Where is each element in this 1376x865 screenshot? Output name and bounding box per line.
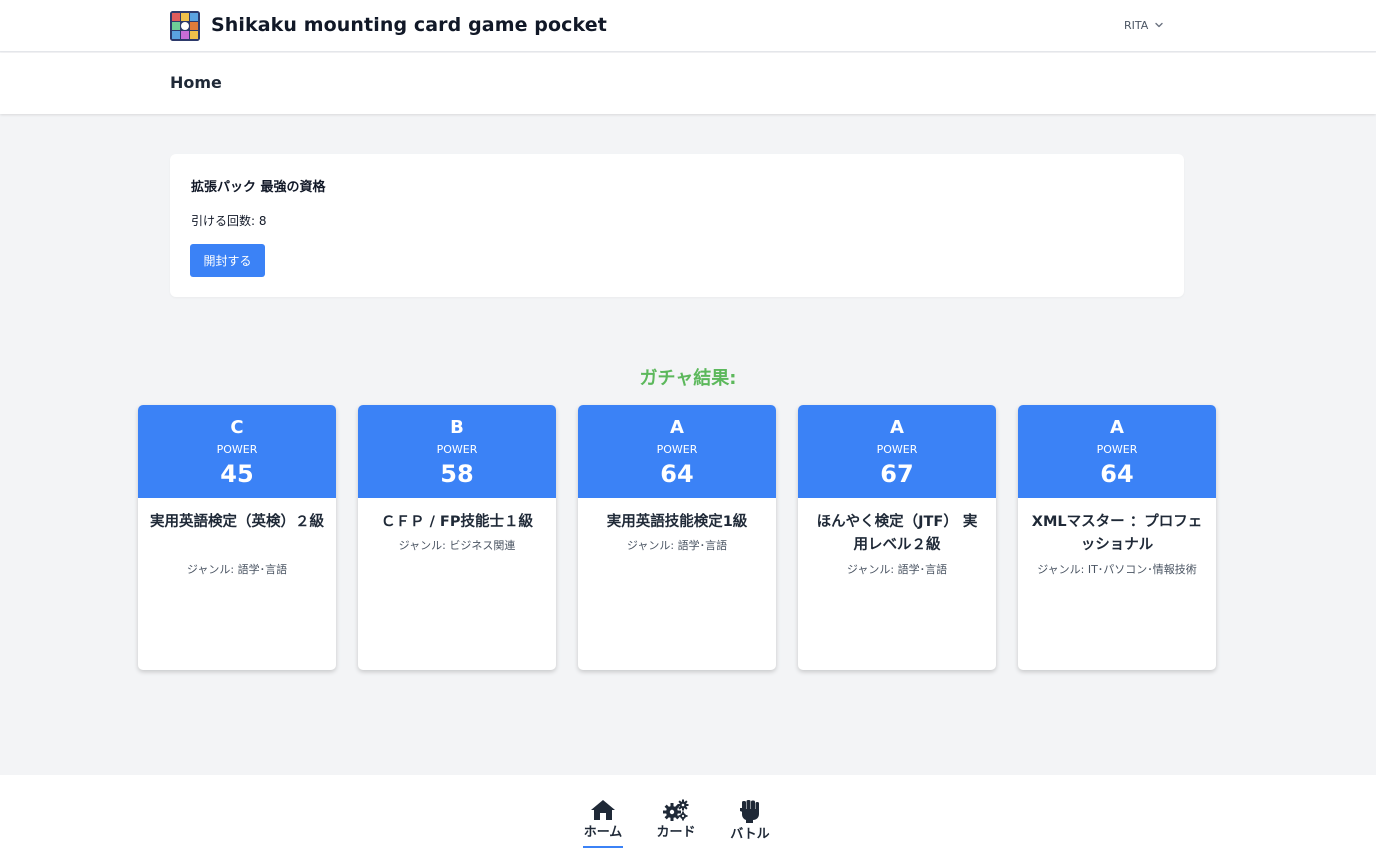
- card-genre: ジャンル: 語学･言語: [846, 563, 948, 576]
- result-card[interactable]: B POWER 58 ＣＦＰ / FP技能士１級 ジャンル: ビジネス関連: [358, 405, 556, 670]
- pack-remaining-count: 引ける回数: 8: [191, 214, 267, 228]
- user-name: RITA: [1124, 18, 1149, 32]
- chevron-down-icon: [1155, 22, 1163, 28]
- card-name: ＣＦＰ / FP技能士１級: [381, 514, 533, 530]
- card-genre: ジャンル: IT･パソコン･情報技術: [1037, 563, 1197, 576]
- card-power-value: 64: [660, 460, 694, 488]
- card-power-label: POWER: [216, 443, 258, 456]
- card-header: B POWER 58: [358, 405, 556, 498]
- card-genre: ジャンル: 語学･言語: [626, 539, 728, 552]
- app-title[interactable]: Shikaku mounting card game pocket: [211, 12, 607, 38]
- card-power-value: 67: [880, 460, 914, 488]
- card-name: 実用英語検定（英検）２級: [150, 514, 324, 530]
- page-title: Home: [170, 73, 222, 92]
- fist-icon: [740, 800, 759, 823]
- card-rank: A: [670, 417, 684, 438]
- result-card[interactable]: A POWER 64 XMLマスター ：プロフェッショナル ジャンル: IT･パ…: [1018, 405, 1216, 670]
- pack-title: 拡張パック 最強の資格: [191, 180, 326, 195]
- nav-item-cards[interactable]: カード: [646, 799, 706, 849]
- nav-label: ホーム: [583, 825, 623, 840]
- gacha-result-heading: ガチャ結果:: [639, 368, 737, 389]
- result-card[interactable]: C POWER 45 実用英語検定（英検）２級 ジャンル: 語学･言語: [138, 405, 336, 670]
- card-name: XMLマスター ：プロフェッショナル: [1031, 514, 1203, 553]
- card-power-label: POWER: [876, 443, 918, 456]
- open-pack-button[interactable]: 開封する: [190, 244, 265, 277]
- card-name: ほんやく検定（JTF） 実用レベル２級: [816, 514, 978, 553]
- card-rank: C: [230, 417, 244, 438]
- gears-icon: [663, 799, 689, 821]
- page-header: Home: [0, 53, 1376, 114]
- nav-label: バトル: [730, 827, 770, 842]
- card-header: A POWER 67: [798, 405, 996, 498]
- card-name: 実用英語技能検定1級: [606, 514, 748, 530]
- top-navbar: Shikaku mounting card game pocket RITA: [0, 0, 1376, 52]
- card-genre: ジャンル: ビジネス関連: [398, 539, 516, 552]
- home-icon: [591, 800, 615, 820]
- card-power-label: POWER: [436, 443, 478, 456]
- result-card[interactable]: A POWER 64 実用英語技能検定1級 ジャンル: 語学･言語: [578, 405, 776, 670]
- bottom-navbar: ホーム カード バトル: [0, 775, 1376, 865]
- card-header: A POWER 64: [578, 405, 776, 498]
- card-power-value: 45: [220, 460, 254, 488]
- card-header: A POWER 64: [1018, 405, 1216, 498]
- card-power-value: 58: [440, 460, 474, 488]
- nav-item-home[interactable]: ホーム: [573, 799, 633, 849]
- result-card[interactable]: A POWER 67 ほんやく検定（JTF） 実用レベル２級 ジャンル: 語学･…: [798, 405, 996, 670]
- card-rank: B: [450, 417, 464, 438]
- card-rank: A: [1110, 417, 1124, 438]
- pack-panel: 拡張パック 最強の資格 引ける回数: 8 開封する: [170, 154, 1184, 297]
- card-power-label: POWER: [1096, 443, 1138, 456]
- app-logo-icon[interactable]: [170, 11, 200, 41]
- nav-label: カード: [656, 825, 696, 840]
- card-rank: A: [890, 417, 904, 438]
- user-menu-dropdown[interactable]: RITA: [1124, 14, 1164, 36]
- nav-item-battle[interactable]: バトル: [720, 799, 780, 849]
- card-genre: ジャンル: 語学･言語: [186, 563, 288, 576]
- card-power-label: POWER: [656, 443, 698, 456]
- card-header: C POWER 45: [138, 405, 336, 498]
- card-power-value: 64: [1100, 460, 1134, 488]
